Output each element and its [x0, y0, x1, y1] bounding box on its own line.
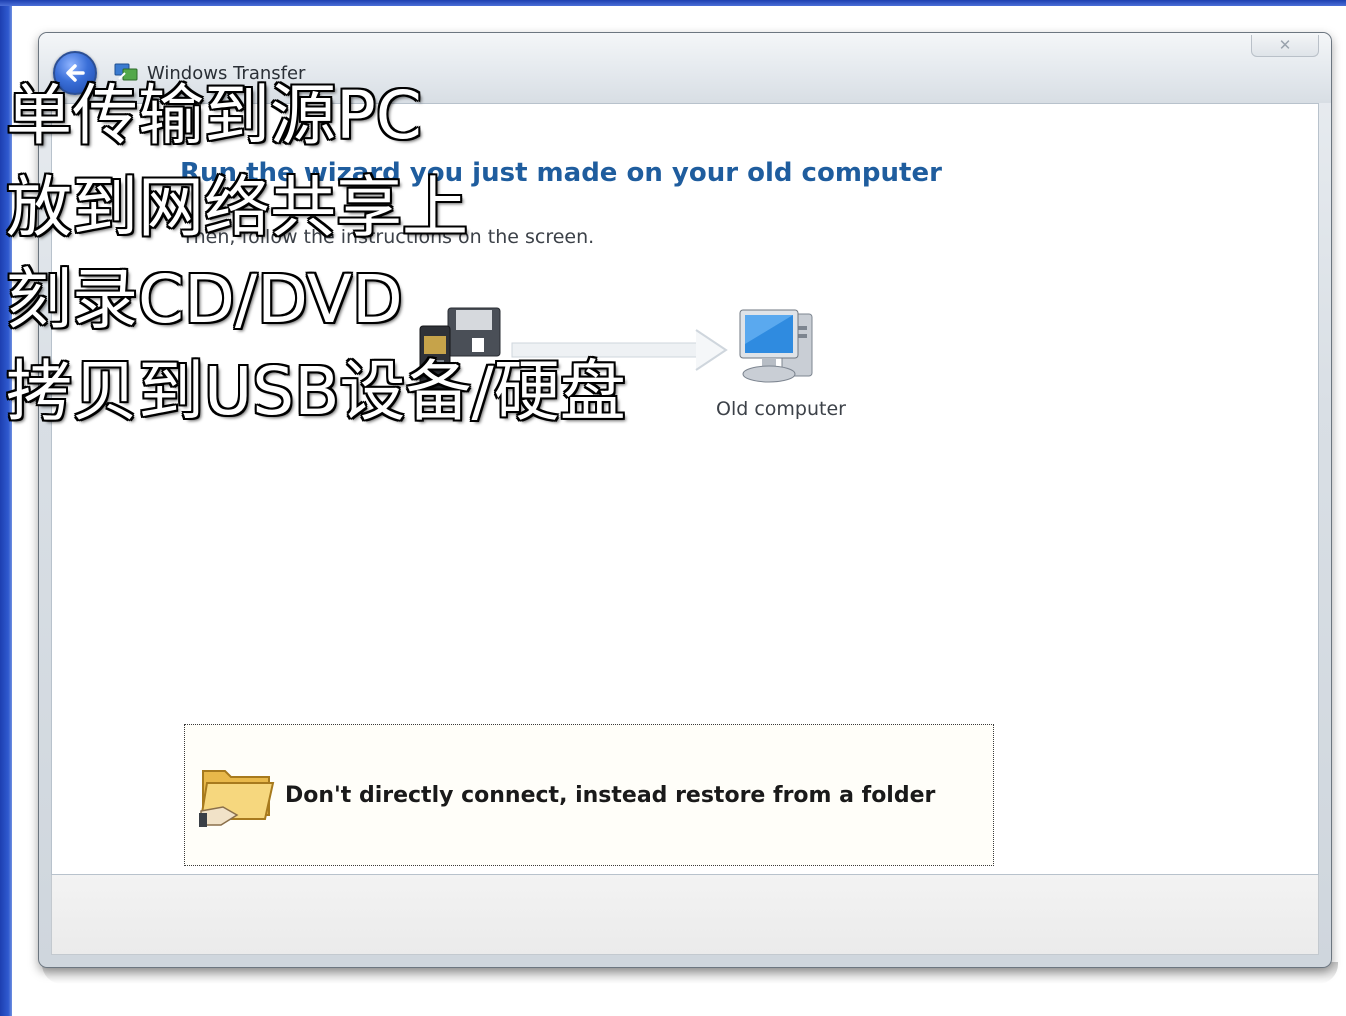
overlay-line: 拷贝到USB设备/硬盘 [6, 353, 626, 430]
slide-overlay-text: 单传输到源PC 放到网络共享上 刻录CD/DVD 拷贝到USB设备/硬盘 [6, 70, 626, 438]
old-computer-icon [739, 309, 813, 383]
close-button[interactable]: ✕ [1251, 35, 1319, 57]
overlay-line: 放到网络共享上 [6, 169, 468, 246]
restore-folder-icon [199, 770, 275, 827]
overlay-line: 刻录CD/DVD [6, 261, 403, 338]
slide-top-border [0, 0, 1346, 6]
overlay-line: 单传输到源PC [6, 77, 422, 154]
wizard-footer [51, 875, 1319, 955]
old-computer-label: Old computer [716, 398, 846, 420]
restore-option-label: Don't directly connect, instead restore … [285, 783, 936, 808]
restore-from-folder-option[interactable]: Don't directly connect, instead restore … [184, 724, 994, 866]
